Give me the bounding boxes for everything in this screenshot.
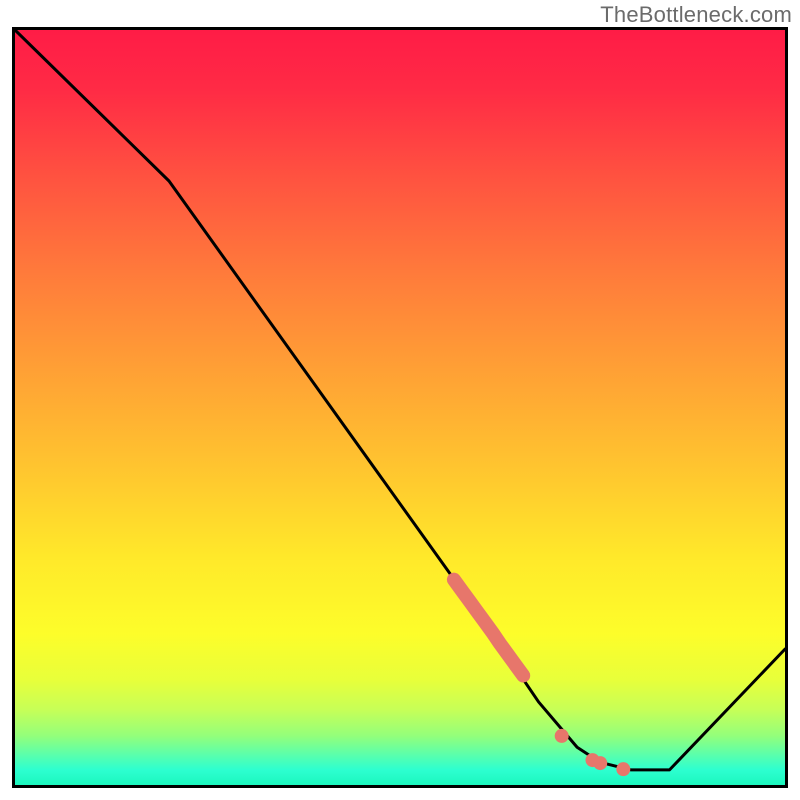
curve-line (15, 30, 785, 770)
watermark-text: TheBottleneck.com (600, 2, 792, 28)
highlight-thick-segment (454, 580, 523, 676)
plot-svg (15, 30, 785, 785)
plot-frame (12, 27, 788, 788)
chart-canvas: TheBottleneck.com (0, 0, 800, 800)
highlight-dots (555, 729, 631, 776)
